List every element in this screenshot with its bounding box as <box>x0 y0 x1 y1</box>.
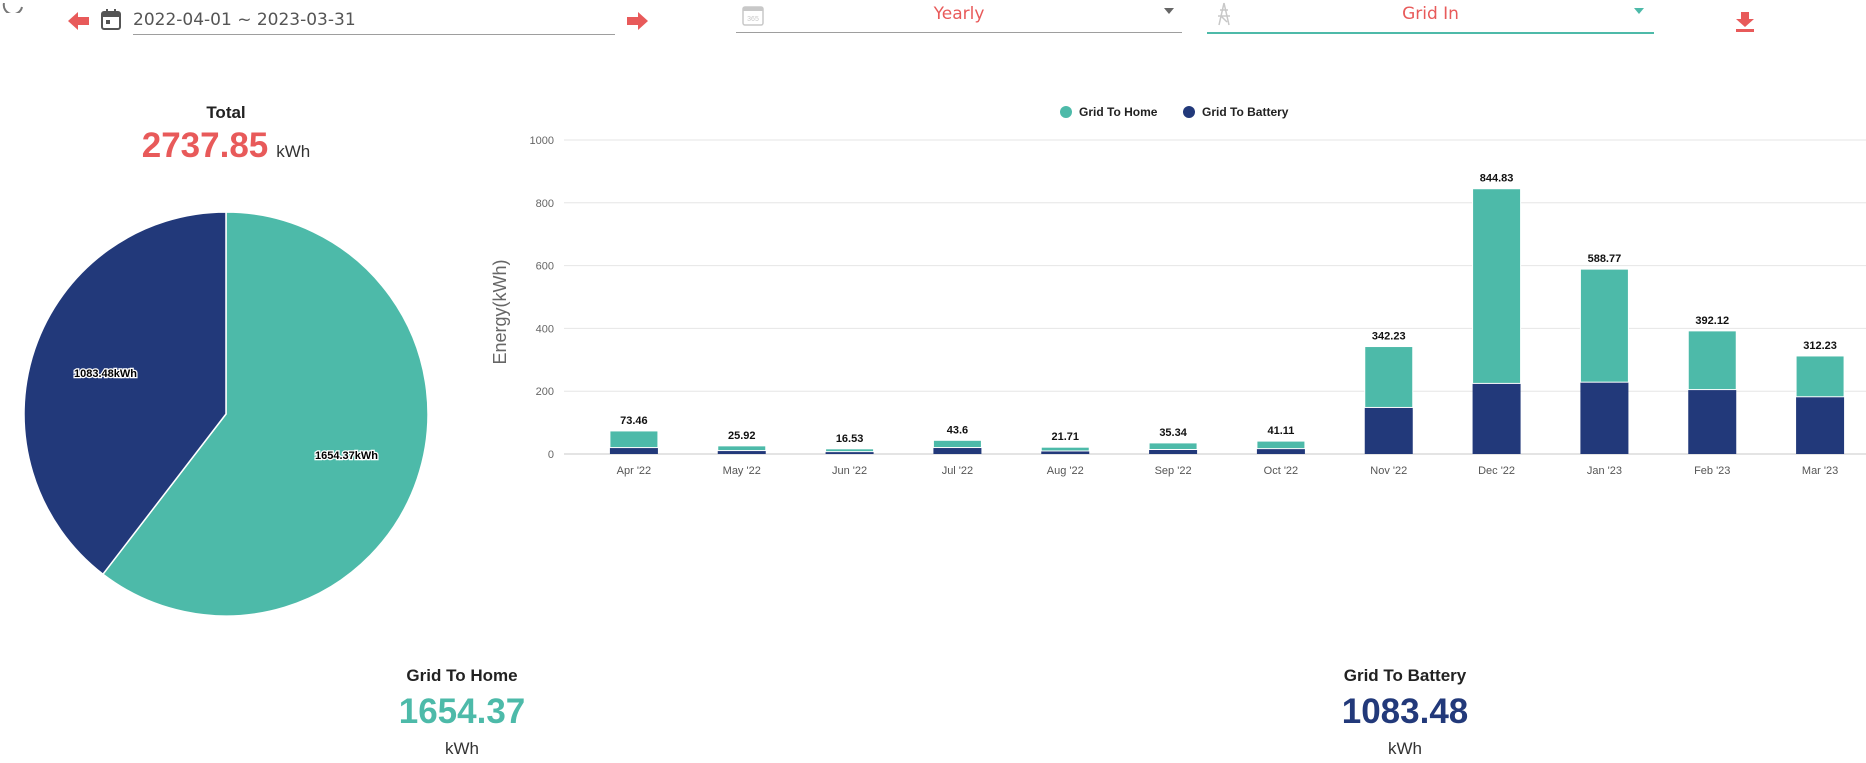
summary-home-unit: kWh <box>445 739 479 758</box>
bar-grid-to-battery[interactable] <box>1796 396 1845 454</box>
total-value: 2737.85 <box>141 126 269 165</box>
bar-grid-to-battery[interactable] <box>717 450 766 454</box>
x-tick-label: Jul '22 <box>942 465 973 477</box>
bar-grid-to-home[interactable] <box>825 448 875 453</box>
prev-period-button[interactable] <box>68 11 90 31</box>
legend-marker <box>1060 106 1072 118</box>
bar-grid-to-battery[interactable] <box>1364 407 1413 454</box>
type-select-value: Grid In <box>1402 4 1459 24</box>
chevron-down-icon <box>1164 8 1174 14</box>
type-select[interactable]: Grid In <box>1207 0 1654 34</box>
total-value-row: 2737.85 kWh <box>0 126 452 166</box>
x-tick-label: Apr '22 <box>617 465 652 477</box>
y-tick-label: 800 <box>536 198 554 210</box>
legend-item[interactable]: Grid To Home <box>1060 105 1158 119</box>
bar-total-label: 342.23 <box>1372 331 1406 343</box>
x-tick-label: May '22 <box>723 465 761 477</box>
download-button[interactable] <box>1735 11 1755 33</box>
bar-total-label: 73.46 <box>620 415 648 427</box>
chevron-down-icon <box>1634 8 1644 14</box>
y-axis-label: Energy(kWh) <box>490 259 510 364</box>
y-tick-label: 0 <box>548 449 554 461</box>
bar-grid-to-home[interactable] <box>1364 346 1414 408</box>
bar-grid-to-home[interactable] <box>1256 440 1306 450</box>
y-tick-label: 400 <box>536 323 554 335</box>
x-tick-label: Jun '22 <box>832 465 867 477</box>
bar-grid-to-battery[interactable] <box>1688 389 1737 454</box>
x-tick-label: Nov '22 <box>1370 465 1407 477</box>
x-tick-label: Dec '22 <box>1478 465 1515 477</box>
bar-grid-to-home[interactable] <box>717 445 767 452</box>
bar-total-label: 25.92 <box>728 430 756 442</box>
bar-total-label: 392.12 <box>1695 315 1729 327</box>
bar-grid-to-home[interactable] <box>1579 268 1629 383</box>
bar-grid-to-battery[interactable] <box>1472 383 1521 454</box>
x-tick-label: Oct '22 <box>1264 465 1299 477</box>
pie-slice-label: 1083.48kWh <box>74 368 137 380</box>
bar-grid-to-home[interactable] <box>1472 188 1522 384</box>
bar-grid-to-home[interactable] <box>1795 355 1845 398</box>
date-range-input[interactable]: 2022-04-01 ~ 2023-03-31 <box>133 4 615 35</box>
bar-total-label: 588.77 <box>1588 253 1622 265</box>
y-tick-label: 200 <box>536 386 554 398</box>
total-unit: kWh <box>276 142 311 161</box>
period-select-value: Yearly <box>933 4 985 24</box>
bar-grid-to-battery[interactable] <box>1149 449 1198 454</box>
bar-grid-to-battery[interactable] <box>609 447 658 454</box>
x-tick-label: Sep '22 <box>1155 465 1192 477</box>
x-tick-label: Jan '23 <box>1587 465 1622 477</box>
bar-grid-to-battery[interactable] <box>933 447 982 454</box>
y-tick-label: 600 <box>536 261 554 273</box>
bar-total-label: 41.11 <box>1267 425 1294 437</box>
bar-grid-to-battery[interactable] <box>1256 448 1305 454</box>
bar-grid-to-home[interactable] <box>1687 330 1737 391</box>
bar-total-label: 844.83 <box>1480 173 1514 185</box>
bar-chart: 0 200 400 600 800 1000 Energy(kWh) Grid To Home… <box>490 105 1866 477</box>
legend-label: Grid To Battery <box>1202 105 1289 119</box>
legend: Grid To Home Grid To Battery <box>1060 105 1289 119</box>
download-icon <box>1736 12 1754 32</box>
bar-grid-to-home[interactable] <box>1040 446 1090 452</box>
refresh-icon[interactable] <box>0 0 24 16</box>
bar-total-label: 43.6 <box>947 424 968 436</box>
legend-item[interactable]: Grid To Battery <box>1183 105 1289 119</box>
bar-grid-to-home[interactable] <box>932 439 982 449</box>
x-tick-label: Aug '22 <box>1047 465 1084 477</box>
bar-total-label: 21.71 <box>1051 431 1079 443</box>
bar-total-label: 312.23 <box>1803 340 1837 352</box>
bar-grid-to-home[interactable] <box>1148 442 1198 450</box>
date-range-text: 2022-04-01 ~ 2023-03-31 <box>133 10 356 30</box>
period-select[interactable]: 365 Yearly <box>736 0 1182 33</box>
pie-chart: 1654.37kWh 1083.48kWh <box>23 211 429 617</box>
summary-home-label: Grid To Home <box>406 666 518 685</box>
calendar-icon[interactable] <box>101 8 121 30</box>
total-label: Total <box>206 103 246 122</box>
pie-slice-label: 1654.37kWh <box>315 450 378 462</box>
bar-total-label: 35.34 <box>1159 427 1187 439</box>
bar-grid-to-home[interactable] <box>609 430 659 449</box>
y-tick-label: 1000 <box>530 135 554 147</box>
x-tick-label: Mar '23 <box>1802 465 1838 477</box>
summary-battery-value: 1083.48 <box>1341 692 1469 731</box>
bar-grid-to-battery[interactable] <box>1580 382 1629 454</box>
summary-home-value: 1654.37 <box>398 692 526 731</box>
next-period-button[interactable] <box>626 11 648 31</box>
summary-battery-unit: kWh <box>1388 739 1422 758</box>
bar-total-label: 16.53 <box>836 433 864 445</box>
arrow-right-icon <box>627 12 648 30</box>
legend-marker <box>1183 106 1195 118</box>
summary-battery-label: Grid To Battery <box>1343 666 1467 685</box>
arrow-left-icon <box>68 12 89 30</box>
legend-label: Grid To Home <box>1079 105 1158 119</box>
x-tick-label: Feb '23 <box>1694 465 1730 477</box>
